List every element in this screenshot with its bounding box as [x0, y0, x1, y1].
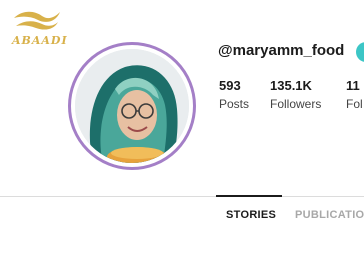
tabs-divider — [0, 196, 364, 197]
stat-followers-label: Followers — [270, 97, 322, 111]
follow-button[interactable] — [356, 42, 364, 62]
active-tab-indicator — [216, 195, 282, 197]
stat-following[interactable]: 11 Fol — [346, 78, 363, 111]
avatar-ring[interactable] — [68, 42, 196, 170]
stat-posts[interactable]: 593 Posts — [219, 78, 249, 111]
stat-posts-label: Posts — [219, 97, 250, 111]
profile-username: @maryamm_food — [218, 42, 345, 59]
tab-publications[interactable]: PUBLICATIO — [295, 209, 364, 221]
brand-logo[interactable]: ABAADI — [8, 8, 67, 48]
stat-followers[interactable]: 135.1K Followers — [270, 78, 321, 111]
avatar-image — [75, 49, 189, 163]
tab-stories[interactable]: STORIES — [226, 209, 276, 221]
stat-following-value: 11 — [346, 78, 360, 93]
stat-following-label: Fol — [346, 97, 363, 111]
logo-wave-icon — [14, 11, 60, 30]
stat-posts-value: 593 — [219, 78, 241, 93]
logo-text: ABAADI — [12, 34, 68, 47]
avatar — [75, 49, 189, 163]
stat-followers-value: 135.1K — [270, 78, 312, 93]
